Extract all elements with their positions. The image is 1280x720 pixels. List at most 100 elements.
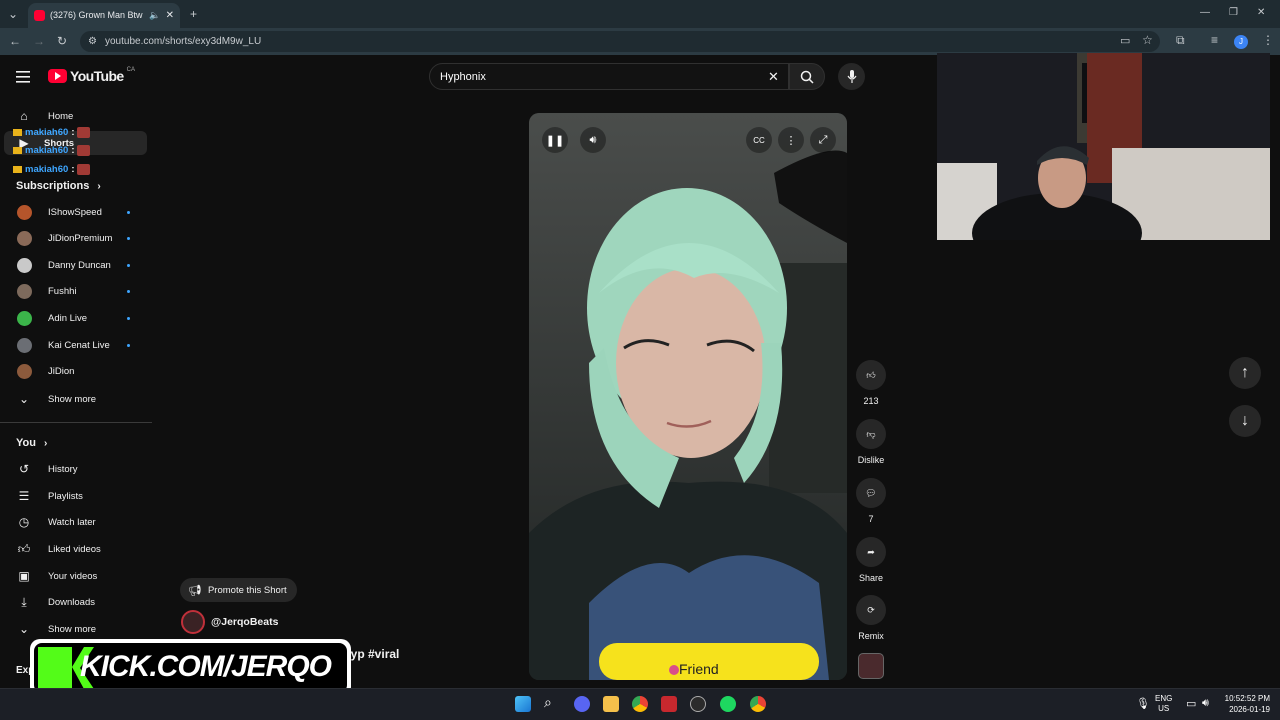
sidebar-item-home[interactable]: ⌂ Home: [0, 104, 150, 128]
youtube-logo[interactable]: YouTube CA: [48, 67, 135, 84]
live-dot: [127, 343, 130, 347]
microphone-tray-icon[interactable]: 🎙︎: [1136, 697, 1150, 710]
tab-close-icon[interactable]: ✕: [166, 10, 174, 21]
like-button[interactable]: 👍︎ 213: [855, 360, 887, 406]
show-more-subscriptions[interactable]: ⌄ Show more: [0, 387, 150, 411]
extensions-icon[interactable]: ⧉: [1176, 34, 1185, 46]
browser-menu-icon[interactable]: ⋮: [1262, 34, 1274, 46]
chrome-icon[interactable]: [632, 696, 648, 712]
clock[interactable]: 10:52:52 PM 2026-01-19: [1220, 693, 1270, 715]
subscription-item[interactable]: Adin Live: [0, 306, 150, 330]
subscription-item[interactable]: IShowSpeed: [0, 200, 150, 224]
search-value: Hyphonix: [440, 70, 486, 83]
sidebar-item-label: Watch later: [48, 516, 96, 528]
lang-bottom: US: [1158, 704, 1170, 713]
install-app-icon[interactable]: ▭: [1120, 35, 1130, 47]
tab-title: (3276) Grown Man Btw 😂: [50, 10, 144, 20]
sidebar-item-label: History: [48, 463, 78, 475]
chat-sep: :: [71, 164, 75, 175]
channel-info[interactable]: @JerqoBeats: [181, 610, 278, 634]
channel-avatar: [17, 257, 32, 273]
sidebar-item-downloads[interactable]: ⤓ Downloads: [0, 590, 150, 614]
obs-icon[interactable]: [690, 696, 706, 712]
sidebar-item-playlists[interactable]: ☰ Playlists: [0, 484, 150, 508]
file-explorer-icon[interactable]: [603, 696, 619, 712]
start-icon[interactable]: [515, 696, 531, 712]
short-video-player[interactable]: ❚❚ 🔊︎ CC ⋮ ⤢ Friend: [529, 113, 847, 680]
taskbar-search-icon[interactable]: ⌕: [544, 694, 552, 711]
sidebar-item-label: Home: [48, 110, 74, 122]
search-input[interactable]: Hyphonix: [429, 63, 789, 90]
back-icon[interactable]: ←: [9, 35, 21, 47]
next-short-button[interactable]: ↓: [1229, 405, 1261, 437]
crown-icon: [13, 147, 22, 154]
crown-icon: [13, 129, 22, 136]
channel-avatar: [17, 337, 32, 353]
chrome-active-icon[interactable]: [750, 696, 766, 712]
subscription-item[interactable]: JiDionPremium: [0, 227, 150, 251]
subscription-item[interactable]: Fushhi: [0, 280, 150, 304]
bookmark-star-icon[interactable]: ☆: [1142, 34, 1153, 46]
promote-label: Promote this Short: [207, 584, 287, 596]
minimize-icon[interactable]: —: [1200, 7, 1210, 19]
youtube-favicon-icon: [34, 10, 45, 21]
browser-tab[interactable]: (3276) Grown Man Btw 😂 🔈 ✕: [28, 3, 180, 28]
fullscreen-button[interactable]: ⤢: [810, 127, 836, 153]
clear-search-icon[interactable]: ✕: [768, 69, 779, 85]
webcam-overlay: [937, 53, 1270, 240]
channel-avatar: [17, 364, 32, 380]
address-bar[interactable]: youtube.com/shorts/exy3dM9w_LU: [80, 31, 1160, 52]
voice-search-button[interactable]: [838, 63, 865, 90]
volume-button[interactable]: 🔊︎: [580, 127, 606, 153]
close-window-icon[interactable]: ✕: [1257, 7, 1265, 19]
tab-search-icon[interactable]: ⌄: [8, 8, 18, 20]
pause-button[interactable]: ❚❚: [542, 127, 568, 153]
subscription-name: Adin Live: [48, 312, 88, 324]
subscription-item[interactable]: Danny Duncan: [0, 253, 150, 277]
subscription-item[interactable]: JiDion: [0, 360, 150, 384]
subscriptions-header[interactable]: Subscriptions ›: [16, 180, 101, 192]
sidebar-item-watch-later[interactable]: ◷ Watch later: [0, 510, 150, 534]
sidebar-item-your-videos[interactable]: ▣ Your videos: [0, 564, 150, 588]
language-indicator[interactable]: ENG US: [1155, 694, 1172, 714]
discord-icon[interactable]: [574, 696, 590, 712]
captions-button[interactable]: CC: [746, 127, 772, 153]
new-tab-icon[interactable]: +: [190, 8, 197, 20]
sidebar-item-liked-videos[interactable]: 👍︎ Liked videos: [0, 537, 150, 561]
spotify-icon[interactable]: [720, 696, 736, 712]
tab-audio-icon[interactable]: 🔈: [149, 10, 160, 21]
comments-button[interactable]: 💬︎ 7: [855, 478, 887, 524]
share-button[interactable]: ➦ Share: [855, 537, 887, 583]
media-controls-icon[interactable]: ≡: [1211, 34, 1218, 46]
forward-icon[interactable]: →: [33, 35, 45, 47]
promote-short-button[interactable]: 📢︎ Promote this Short: [180, 578, 297, 602]
subscription-item[interactable]: Kai Cenat Live: [0, 333, 150, 357]
profile-avatar[interactable]: J: [1234, 35, 1248, 49]
comment-count: 7: [868, 514, 874, 524]
search-button[interactable]: [789, 63, 825, 90]
url-text: youtube.com/shorts/exy3dM9w_LU: [105, 36, 262, 47]
kick-url: KICK.COM/JERQO: [80, 650, 332, 683]
site-info-icon[interactable]: ⚙: [88, 36, 97, 48]
youtube-play-icon: [48, 69, 67, 83]
sound-thumbnail[interactable]: [858, 653, 884, 679]
arrow-up-icon: ↑: [1241, 364, 1249, 381]
chat-sep: :: [71, 145, 75, 156]
dislike-button[interactable]: 👎︎ Dislike: [853, 419, 889, 465]
crown-icon: [13, 166, 22, 173]
reload-icon[interactable]: ↻: [57, 35, 67, 47]
network-icon[interactable]: ▭: [1186, 697, 1196, 710]
arrow-down-icon: ↓: [1241, 412, 1249, 429]
home-icon: ⌂: [20, 109, 28, 123]
more-options-button[interactable]: ⋮: [778, 127, 804, 153]
remix-button[interactable]: ⟳ Remix: [855, 595, 887, 641]
hamburger-menu-icon[interactable]: [16, 70, 32, 88]
sidebar-item-history[interactable]: ↺ History: [0, 457, 150, 481]
subscription-name: Kai Cenat Live: [48, 339, 110, 351]
volume-tray-icon[interactable]: 🔊︎: [1202, 697, 1209, 710]
app-icon[interactable]: [661, 696, 677, 712]
previous-short-button[interactable]: ↑: [1229, 357, 1261, 389]
restore-icon[interactable]: ❐: [1229, 7, 1238, 19]
heart-sticker-icon: [669, 665, 679, 675]
you-header[interactable]: You ›: [16, 437, 47, 449]
